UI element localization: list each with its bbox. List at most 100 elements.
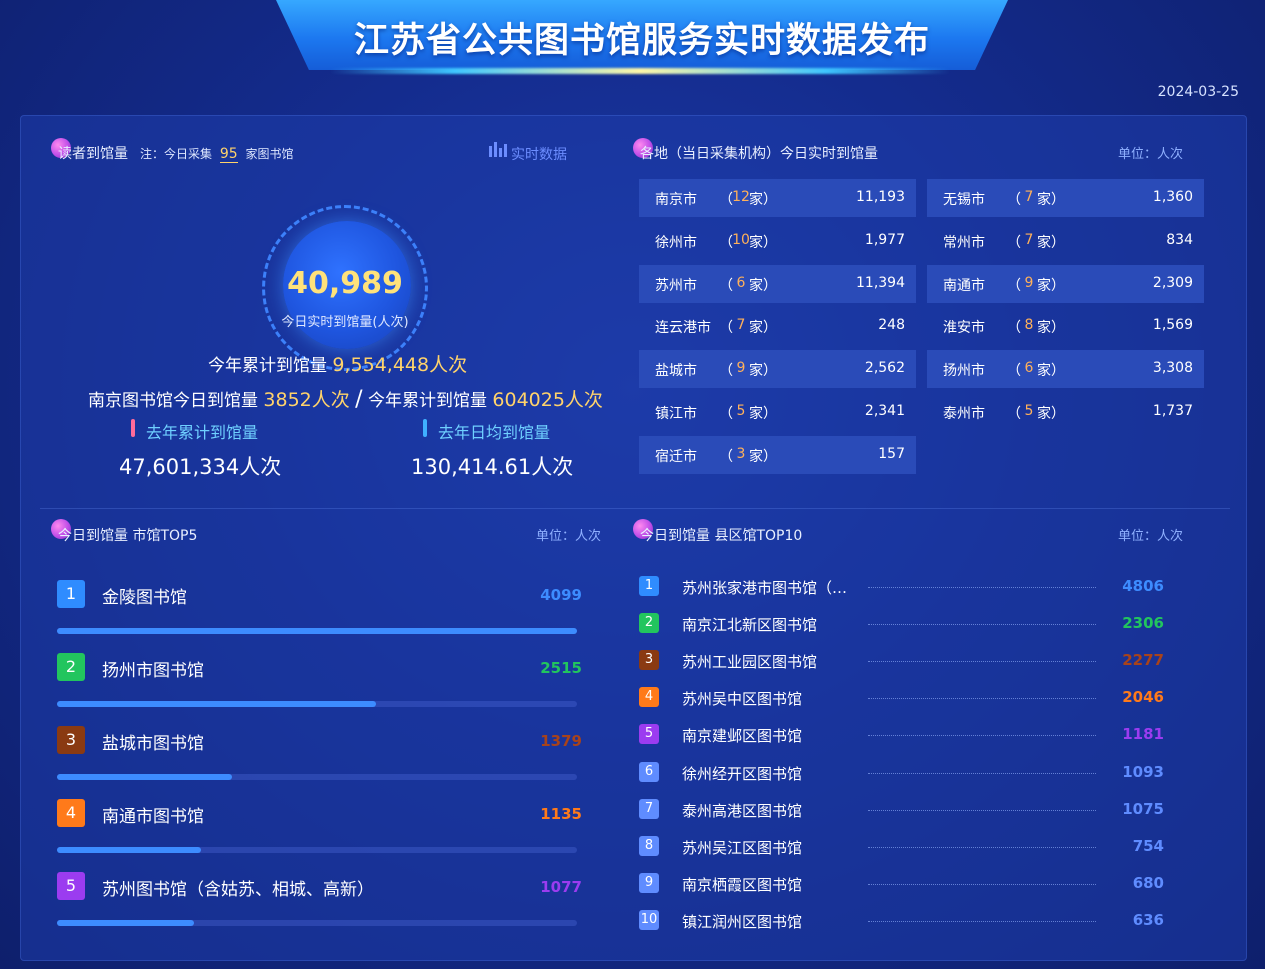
count-paren-close: 家） [749, 406, 777, 422]
org-count: 10 [732, 231, 750, 248]
library-visits: 1135 [540, 805, 582, 823]
city-row[interactable]: 南通市（9 家） 2,309 [927, 264, 1204, 303]
count-paren-close: 家） [749, 320, 777, 337]
library-name: 苏州工业园区图书馆 [682, 653, 818, 672]
library-visits: 1075 [1122, 799, 1164, 818]
leader-dots [868, 624, 1096, 626]
library-visits: 1181 [1122, 725, 1164, 744]
today-visits-caption: 今日实时到馆量(人次) [281, 315, 409, 330]
count-paren-close: 家） [749, 234, 777, 251]
rank-badge: 2 [57, 653, 85, 681]
count-paren-close: 家） [1037, 277, 1065, 294]
library-visits: 4806 [1122, 577, 1164, 595]
city-visits: 1,737 [1152, 403, 1193, 419]
bar-fill [57, 774, 232, 780]
city-row[interactable]: 南京市（12 家） 11,193 [639, 179, 916, 217]
count-paren-close: 家） [1037, 406, 1065, 422]
library-name: 苏州吴江区图书馆 [682, 838, 803, 857]
last-year-total-marker [131, 419, 135, 437]
city-row[interactable]: 扬州市（6 家） 3,308 [927, 350, 1204, 389]
org-count: 9 [736, 360, 746, 377]
top5-unit: 单位：人次 [536, 529, 602, 544]
city-row[interactable]: 连云港市（7 家） 248 [639, 307, 916, 345]
leader-dots [868, 735, 1096, 737]
note-suffix: 家图书馆 [245, 147, 294, 161]
city-name: 淮安市 [943, 320, 985, 337]
rank-badge: 5 [639, 724, 659, 745]
library-visits: 1379 [540, 732, 582, 750]
count-paren-close: 家） [749, 277, 777, 294]
count-paren-close: 家） [749, 192, 777, 208]
page-title: 江苏省公共图书馆服务实时数据发布 [353, 21, 930, 61]
city-visits: 2,309 [1152, 274, 1193, 291]
count-paren-close: 家） [1037, 320, 1065, 337]
rank-badge: 1 [57, 580, 85, 608]
city-row[interactable]: 宿迁市（3 家） 157 [639, 435, 916, 474]
realtime-data-link[interactable]: 实时数据 [511, 144, 567, 164]
section-divider [40, 508, 1230, 509]
top5-section-title: 今日到馆量 市馆TOP5 [58, 528, 198, 544]
city-name: 苏州市 [655, 277, 697, 294]
city-name: 泰州市 [943, 406, 985, 422]
library-name: 南京栖霞区图书馆 [682, 875, 803, 894]
org-count: 8 [1024, 317, 1034, 334]
last-year-avg-value: 130,414.61人次 [411, 455, 574, 479]
leader-dots [868, 846, 1096, 848]
city-section-title: 各地（当日采集机构）今日实时到馆量 [640, 146, 878, 162]
city-row[interactable]: 淮安市（8 家） 1,569 [927, 307, 1204, 345]
year-total-value: 9,554,448人次 [332, 354, 468, 376]
reader-section-title: 读者到馆量 [58, 146, 128, 162]
city-name: 连云港市 [655, 320, 711, 337]
nanjing-line: 南京图书馆今日到馆量 3852人次 / 今年累计到馆量 604025人次 [88, 385, 603, 412]
library-visits: 1093 [1122, 762, 1164, 781]
bar-fill [57, 920, 194, 926]
nanjing-today-label: 南京图书馆今日到馆量 [88, 391, 258, 411]
city-name: 无锡市 [943, 192, 985, 208]
bar-chart-icon[interactable] [488, 140, 508, 158]
city-row[interactable]: 无锡市（7 家） 1,360 [927, 179, 1204, 217]
last-year-total-label: 去年累计到馆量 [146, 423, 259, 442]
org-count: 5 [1024, 403, 1034, 419]
city-row[interactable]: 盐城市（9 家） 2,562 [639, 350, 916, 389]
library-name: 南京建邺区图书馆 [682, 727, 803, 746]
rank-badge: 1 [639, 576, 659, 596]
separator: / [355, 387, 363, 412]
rank-badge: 2 [639, 613, 659, 634]
city-row[interactable]: 常州市（7 家） 834 [927, 222, 1204, 260]
year-total-line: 今年累计到馆量 9,554,448人次 [208, 350, 467, 377]
library-visits: 2046 [1122, 688, 1164, 707]
org-count: 6 [1024, 360, 1034, 377]
city-name: 宿迁市 [655, 448, 697, 465]
org-count: 7 [1024, 189, 1034, 205]
rank-badge: 3 [57, 726, 85, 754]
top10-unit: 单位：人次 [1118, 529, 1184, 544]
library-visits: 754 [1132, 836, 1164, 855]
city-row[interactable]: 镇江市（5 家） 2,341 [639, 393, 916, 431]
report-date: 2024-03-25 [1157, 84, 1239, 100]
library-name: 苏州吴中区图书馆 [682, 690, 803, 709]
rank-badge: 3 [639, 650, 659, 671]
rank-badge: 10 [639, 909, 659, 930]
year-total-label: 今年累计到馆量 [208, 356, 327, 376]
library-name: 南通市图书馆 [102, 807, 204, 827]
city-visits: 1,360 [1152, 189, 1193, 205]
nanjing-year-value: 604025人次 [492, 389, 603, 411]
city-visits: 157 [878, 445, 905, 462]
city-visits: 834 [1166, 231, 1193, 248]
last-year-avg-label: 去年日均到馆量 [438, 423, 551, 442]
leader-dots [868, 587, 1096, 588]
rank-badge: 4 [57, 799, 85, 827]
leader-dots [868, 883, 1096, 885]
nanjing-year-label: 今年累计到馆量 [368, 391, 487, 411]
city-row[interactable]: 徐州市（10 家） 1,977 [639, 222, 916, 260]
leader-dots [868, 920, 1096, 922]
library-name: 南京江北新区图书馆 [682, 616, 818, 635]
city-visits: 2,341 [864, 403, 905, 419]
library-name: 泰州高港区图书馆 [682, 801, 803, 820]
note-prefix: 注：今日采集 [140, 147, 213, 161]
city-row[interactable]: 泰州市（5 家） 1,737 [927, 393, 1204, 431]
city-row[interactable]: 苏州市（6 家） 11,394 [639, 264, 916, 303]
org-count: 9 [1024, 274, 1034, 291]
library-visits: 1077 [540, 878, 582, 896]
library-visits: 2277 [1122, 651, 1164, 670]
